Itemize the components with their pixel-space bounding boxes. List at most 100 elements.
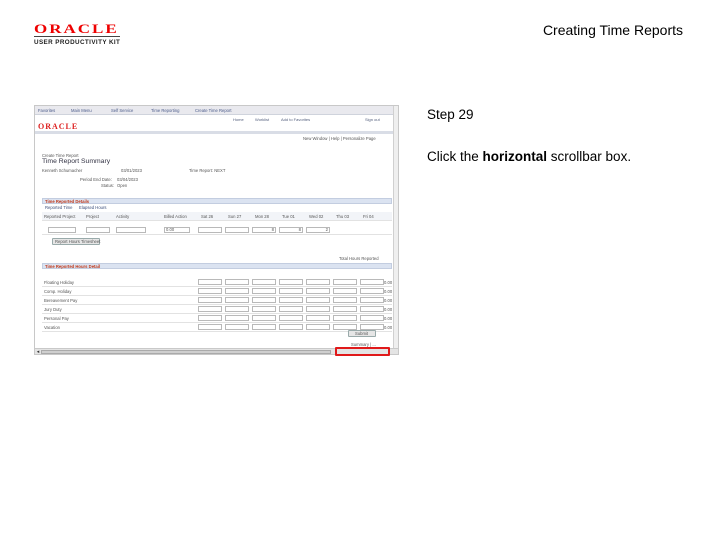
activity-field[interactable] bbox=[116, 227, 146, 233]
hours-cell[interactable] bbox=[360, 297, 384, 303]
hours-cell[interactable] bbox=[252, 324, 276, 330]
billed-action-field[interactable]: 0.00 bbox=[164, 227, 190, 233]
report-hours-button[interactable]: Report Hours Timesheet bbox=[52, 238, 100, 245]
period-label: Period End Date: bbox=[80, 177, 112, 182]
hours-row-total: 0.00 bbox=[384, 325, 393, 330]
hours-row: Floating Holiday 0.00 bbox=[42, 278, 392, 287]
report-name: Time Report: NEXT bbox=[189, 168, 226, 173]
submit-button[interactable]: Submit bbox=[348, 330, 376, 337]
hours-cell[interactable] bbox=[198, 288, 222, 294]
click-target-highlight bbox=[335, 347, 390, 356]
nav-create-time-report[interactable]: Create Time Report bbox=[195, 108, 232, 113]
hours-panel-header: Time Reported Hours Detail bbox=[42, 263, 392, 269]
mon-hours-field[interactable]: 8 bbox=[252, 227, 276, 233]
hours-cell[interactable] bbox=[198, 297, 222, 303]
step-instruction: Click the horizontal scrollbar box. bbox=[427, 149, 631, 164]
instruction-suffix: scrollbar box. bbox=[547, 149, 632, 164]
hours-cell[interactable] bbox=[279, 297, 303, 303]
app-oracle-logo: ORACLE bbox=[38, 122, 79, 131]
hours-row: Bereavement Pay 0.00 bbox=[42, 296, 392, 305]
link-worklist[interactable]: Worklist bbox=[255, 117, 269, 122]
slide-title: Creating Time Reports bbox=[542, 22, 683, 38]
hours-cell[interactable] bbox=[333, 306, 357, 312]
hours-cell[interactable] bbox=[306, 324, 330, 330]
hours-cell[interactable] bbox=[360, 306, 384, 312]
project-field[interactable] bbox=[86, 227, 110, 233]
hours-cell[interactable] bbox=[225, 324, 249, 330]
grid-header-row: Reported Project Project Activity Billed… bbox=[42, 212, 392, 221]
hours-cell[interactable] bbox=[333, 288, 357, 294]
col-activity: Activity bbox=[116, 214, 130, 219]
nav-favorites[interactable]: Favorites bbox=[38, 108, 55, 113]
hours-cell[interactable] bbox=[225, 279, 249, 285]
hours-cell[interactable] bbox=[252, 297, 276, 303]
report-hours-label: Report Hours Timesheet bbox=[55, 239, 101, 244]
instruction-prefix: Click the bbox=[427, 149, 483, 164]
col-reported-project: Reported Project bbox=[44, 214, 76, 219]
wed-hours-value: 2 bbox=[325, 227, 328, 232]
hours-cell[interactable] bbox=[225, 306, 249, 312]
tue-hours-field[interactable]: 8 bbox=[279, 227, 303, 233]
hours-cell[interactable] bbox=[198, 306, 222, 312]
hours-row-label: Comp. Holiday bbox=[44, 289, 72, 294]
col-mon: Mon 28 bbox=[255, 214, 269, 219]
nav-main-menu[interactable]: Main Menu bbox=[71, 108, 92, 113]
hours-cell[interactable] bbox=[360, 279, 384, 285]
reported-project-field[interactable] bbox=[48, 227, 76, 233]
nav-self-service[interactable]: Self Service bbox=[111, 108, 133, 113]
hours-cell[interactable] bbox=[306, 288, 330, 294]
hours-cell[interactable] bbox=[225, 297, 249, 303]
col-thu: Thu 03 bbox=[336, 214, 350, 219]
hours-row-total: 0.00 bbox=[384, 289, 393, 294]
hours-cell[interactable] bbox=[252, 306, 276, 312]
hours-cell[interactable] bbox=[252, 315, 276, 321]
total-hours-label: Total Hours Reported bbox=[339, 256, 379, 261]
col-billed-action: Billed Action bbox=[164, 214, 187, 219]
hours-row-label: Vacation bbox=[44, 325, 60, 330]
hours-cell[interactable] bbox=[198, 324, 222, 330]
hours-cell[interactable] bbox=[279, 315, 303, 321]
horizontal-scrollbar-box[interactable] bbox=[41, 350, 331, 354]
hours-cell[interactable] bbox=[360, 288, 384, 294]
hours-cell[interactable] bbox=[279, 279, 303, 285]
hours-cell[interactable] bbox=[252, 279, 276, 285]
link-sign-out[interactable]: Sign out bbox=[365, 117, 380, 122]
mon-hours-value: 8 bbox=[271, 227, 274, 232]
hours-cell[interactable] bbox=[279, 324, 303, 330]
time-entry-row: 0.00 8 8 2 bbox=[42, 226, 392, 235]
hours-cell[interactable] bbox=[225, 315, 249, 321]
hours-cell[interactable] bbox=[252, 288, 276, 294]
hours-cell[interactable] bbox=[333, 279, 357, 285]
hours-cell[interactable] bbox=[198, 315, 222, 321]
hours-cell[interactable] bbox=[306, 315, 330, 321]
hours-cell[interactable] bbox=[306, 297, 330, 303]
hours-cell[interactable] bbox=[306, 279, 330, 285]
hours-cell[interactable] bbox=[333, 315, 357, 321]
sat-hours-field[interactable] bbox=[198, 227, 222, 233]
hours-cell[interactable] bbox=[225, 288, 249, 294]
link-home[interactable]: Home bbox=[233, 117, 244, 122]
oracle-logo: ORACLE bbox=[34, 22, 119, 36]
nav-time-reporting[interactable]: Time Reporting bbox=[151, 108, 179, 113]
hours-cell[interactable] bbox=[198, 279, 222, 285]
submit-label: Submit bbox=[355, 331, 369, 336]
details-panel-header: Time Reported Details bbox=[42, 198, 392, 204]
status-value: Open bbox=[117, 183, 128, 188]
link-add-favorites[interactable]: Add to Favorites bbox=[281, 117, 310, 122]
tab-elapsed-hours[interactable]: Elapsed Hours bbox=[79, 205, 106, 210]
hours-panel-title: Time Reported Hours Detail bbox=[45, 264, 101, 269]
logo-divider bbox=[34, 36, 120, 37]
hours-cell[interactable] bbox=[279, 288, 303, 294]
tab-reported-time[interactable]: Reported Time bbox=[45, 205, 72, 210]
vertical-scrollbar[interactable] bbox=[393, 106, 398, 348]
hours-row-label: Bereavement Pay bbox=[44, 298, 78, 303]
utility-links[interactable]: New Window | Help | Personalize Page bbox=[303, 136, 376, 141]
sun-hours-field[interactable] bbox=[225, 227, 249, 233]
wed-hours-field[interactable]: 2 bbox=[306, 227, 330, 233]
hours-row: Vacation 0.00 bbox=[42, 323, 392, 332]
hours-cell[interactable] bbox=[333, 297, 357, 303]
col-sun: Sun 27 bbox=[228, 214, 242, 219]
hours-cell[interactable] bbox=[360, 315, 384, 321]
hours-cell[interactable] bbox=[279, 306, 303, 312]
hours-cell[interactable] bbox=[306, 306, 330, 312]
